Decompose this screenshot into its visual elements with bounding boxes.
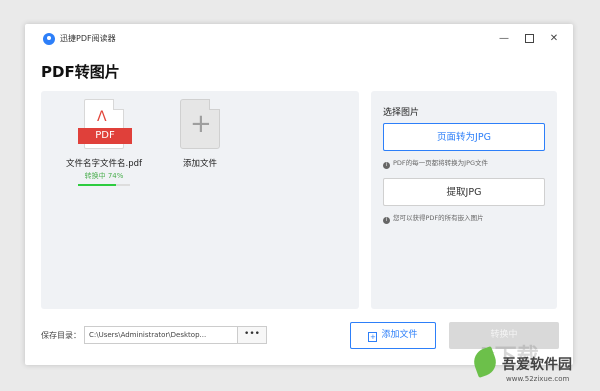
add-file-label: 添加文件 xyxy=(182,159,217,169)
options-title: 选择图片 xyxy=(383,108,420,118)
extract-jpg-button[interactable]: 提取JPG xyxy=(383,178,545,206)
info-icon: i xyxy=(383,217,390,224)
page-to-jpg-button[interactable]: 页面转为JPG xyxy=(383,123,545,151)
browse-button[interactable]: ••• xyxy=(238,326,267,344)
watermark-title: 吾爱软件园 xyxy=(502,357,572,373)
add-file-button-label: 添加文件 xyxy=(381,330,418,340)
pdf-file-icon: ᐱ PDF xyxy=(78,99,132,149)
file-status: 转换中 74% xyxy=(84,172,124,180)
watermark-logo: k下载 吾爱软件园 www.52zixue.com xyxy=(468,335,600,391)
info-icon: i xyxy=(383,162,390,169)
add-file-icon: + xyxy=(180,99,220,149)
extract-jpg-tip-text: 您可以获得PDF的所有嵌入图片 xyxy=(393,214,484,222)
add-file-small-icon: + xyxy=(368,332,378,342)
page-to-jpg-tip: i PDF的每一页都将转换为JPG文件 xyxy=(383,157,488,169)
options-panel: 选择图片 页面转为JPG i PDF的每一页都将转换为JPG文件 提取JPG i您… xyxy=(371,91,557,309)
close-button[interactable]: ✕ xyxy=(545,30,563,48)
acrobat-icon: ᐱ xyxy=(97,109,107,125)
save-directory-label: 保存目录： xyxy=(41,331,81,340)
maximize-button[interactable] xyxy=(520,30,538,48)
app-window: 迅捷PDF阅读器 — ✕ PDF转图片 ᐱ PDF 文件名字文件名.pdf 转换… xyxy=(25,24,573,365)
extract-jpg-tip: i 您可以获得PDF的所有嵌入图片 xyxy=(383,212,484,224)
pdf-type-label: PDF xyxy=(78,128,132,144)
progress-fill xyxy=(78,184,117,186)
watermark-url: www.52zixue.com xyxy=(506,375,570,383)
app-logo-icon xyxy=(43,33,55,45)
progress-bar xyxy=(78,184,130,186)
add-file-card[interactable]: + 添加文件 xyxy=(165,99,235,169)
file-list-panel: ᐱ PDF 文件名字文件名.pdf 转换中 74% + 添加文件 xyxy=(41,91,359,309)
page-title: PDF转图片 xyxy=(41,63,120,81)
app-name: 迅捷PDF阅读器 xyxy=(60,34,116,43)
file-item[interactable]: ᐱ PDF 文件名字文件名.pdf 转换中 74% xyxy=(61,99,147,186)
minimize-button[interactable]: — xyxy=(495,30,513,48)
file-name: 文件名字文件名.pdf xyxy=(66,159,142,169)
page-to-jpg-tip-text: PDF的每一页都将转换为JPG文件 xyxy=(393,159,489,167)
plus-icon: + xyxy=(190,109,212,139)
title-bar: 迅捷PDF阅读器 — ✕ xyxy=(25,24,573,54)
save-path-input[interactable]: C:\Users\Administrator\Desktop... xyxy=(84,326,238,344)
add-file-button[interactable]: + 添加文件 xyxy=(350,322,436,349)
maximize-icon xyxy=(524,33,534,43)
